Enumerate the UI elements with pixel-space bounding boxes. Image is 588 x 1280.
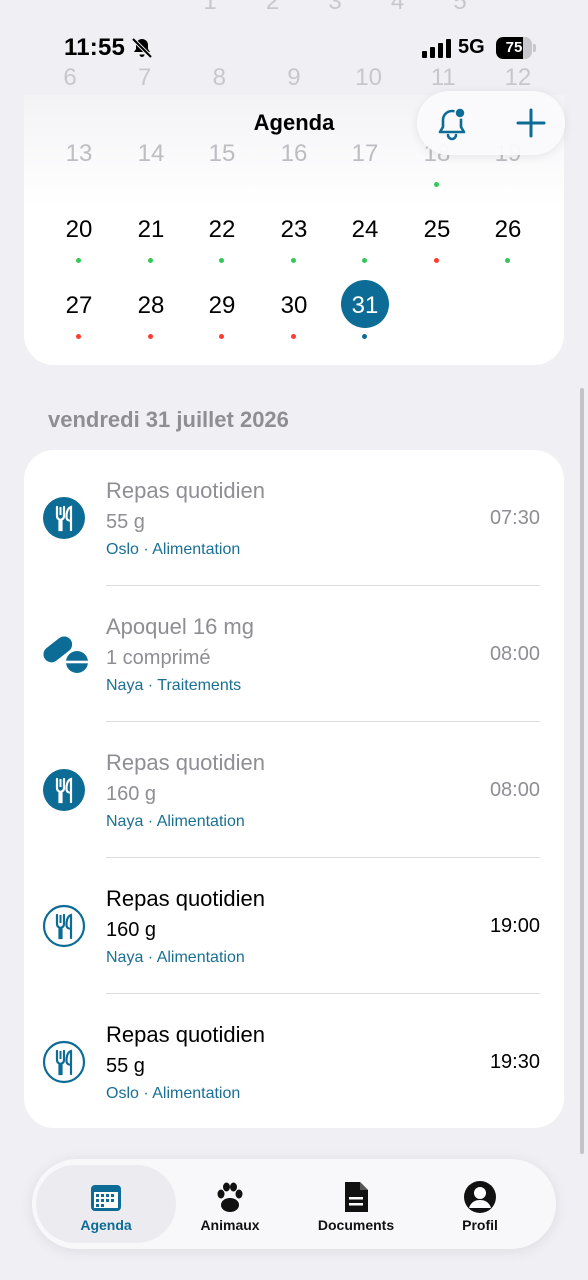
event-dot <box>362 258 367 263</box>
event-dot <box>505 258 510 263</box>
calendar-icon <box>88 1179 124 1215</box>
event-dot <box>291 258 296 263</box>
event-dot <box>219 258 224 263</box>
header-actions <box>417 91 565 155</box>
event-title: Repas quotidien <box>106 886 266 911</box>
event-row[interactable]: Repas quotidien 160 g Naya · Alimentation 0… <box>24 722 564 858</box>
fork-knife-icon <box>42 768 86 812</box>
event-time: 08:00 <box>489 643 540 665</box>
event-tags: Oslo · Alimentation <box>106 1085 241 1102</box>
event-quantity: 1 comprimé <box>106 647 211 669</box>
calendar-day-28[interactable]: 28 <box>121 292 181 320</box>
add-icon[interactable] <box>513 105 549 141</box>
pill-icon <box>40 632 90 676</box>
calendar-day[interactable]: 15 <box>192 140 252 168</box>
event-dot <box>76 258 81 263</box>
calendar-day[interactable]: 16 <box>264 140 324 168</box>
event-time: 19:30 <box>489 1051 540 1073</box>
event-dot <box>148 258 153 263</box>
event-title: Repas quotidien <box>106 750 266 775</box>
tab-label: Profil <box>462 1217 498 1233</box>
event-quantity: 55 g <box>106 511 145 533</box>
profile-icon <box>462 1179 498 1215</box>
calendar-day-31[interactable]: 31 <box>335 292 395 320</box>
event-time: 07:30 <box>489 507 540 529</box>
fork-knife-icon <box>42 496 86 540</box>
tab-documents[interactable]: Documents <box>286 1165 426 1243</box>
event-quantity: 160 g <box>106 783 157 805</box>
event-tags: Oslo · Alimentation <box>106 541 241 558</box>
event-dot <box>434 258 439 263</box>
calendar-day-26[interactable]: 26 <box>478 216 538 244</box>
events-list: Repas quotidien 55 g Oslo · Alimentation 07… <box>24 450 564 1128</box>
event-row[interactable]: Repas quotidien 160 g Naya · Alimentation 1… <box>24 858 564 994</box>
event-dot <box>434 182 439 187</box>
event-quantity: 160 g <box>106 919 157 941</box>
event-tags: Naya · Alimentation <box>106 813 245 830</box>
calendar-day[interactable]: 14 <box>121 140 181 168</box>
tab-label: Animaux <box>200 1217 260 1233</box>
calendar-day-23[interactable]: 23 <box>264 216 324 244</box>
notifications-bell-icon[interactable] <box>433 105 471 143</box>
fork-knife-outline-icon <box>42 904 86 948</box>
status-bar: 11:55 5G 75 <box>0 0 588 96</box>
calendar-day[interactable]: 17 <box>335 140 395 168</box>
calendar-day-29[interactable]: 29 <box>192 292 252 320</box>
calendar-day-25[interactable]: 25 <box>407 216 467 244</box>
event-title: Repas quotidien <box>106 1022 266 1047</box>
calendar-day[interactable]: 13 <box>49 140 109 168</box>
event-tags: Naya · Traitements <box>106 677 242 694</box>
event-dot <box>362 334 367 339</box>
event-row[interactable]: Apoquel 16 mg 1 comprimé Naya · Traitement… <box>24 586 564 722</box>
event-row[interactable]: Repas quotidien 55 g Oslo · Alimentation 07… <box>24 450 564 586</box>
tab-bar: Agenda Animaux Documents Profil <box>32 1159 556 1249</box>
tab-agenda[interactable]: Agenda <box>36 1165 176 1243</box>
event-title: Apoquel 16 mg <box>106 614 254 639</box>
calendar-day-30[interactable]: 30 <box>264 292 324 320</box>
event-time: 19:00 <box>489 915 540 937</box>
event-dot <box>148 334 153 339</box>
signal-icon <box>422 39 451 58</box>
network-type: 5G <box>458 36 485 58</box>
tab-profil[interactable]: Profil <box>410 1165 550 1243</box>
calendar-day-27[interactable]: 27 <box>49 292 109 320</box>
event-tags: Naya · Alimentation <box>106 949 245 966</box>
paw-icon <box>212 1179 248 1215</box>
selected-date-header: vendredi 31 juillet 2026 <box>48 407 289 432</box>
tab-label: Agenda <box>80 1217 132 1233</box>
calendar-day-20[interactable]: 20 <box>49 216 109 244</box>
document-icon <box>338 1179 374 1215</box>
tab-label: Documents <box>317 1217 395 1233</box>
event-dot <box>291 334 296 339</box>
calendar-day-21[interactable]: 21 <box>121 216 181 244</box>
fork-knife-outline-icon <box>42 1040 86 1084</box>
event-time: 08:00 <box>489 779 540 801</box>
bell-muted-icon <box>131 37 153 59</box>
event-row[interactable]: Repas quotidien 55 g Oslo · Alimentation 19… <box>24 994 564 1128</box>
battery-icon: 75 <box>496 37 536 59</box>
event-quantity: 55 g <box>106 1055 145 1077</box>
scrollbar[interactable] <box>580 388 584 1154</box>
event-dot <box>219 334 224 339</box>
battery-level: 75 <box>505 39 523 56</box>
status-time: 11:55 <box>64 34 126 61</box>
event-dot <box>76 334 81 339</box>
tab-animaux[interactable]: Animaux <box>160 1165 300 1243</box>
calendar-day-24[interactable]: 24 <box>335 216 395 244</box>
calendar-day-22[interactable]: 22 <box>192 216 252 244</box>
event-title: Repas quotidien <box>106 478 266 503</box>
